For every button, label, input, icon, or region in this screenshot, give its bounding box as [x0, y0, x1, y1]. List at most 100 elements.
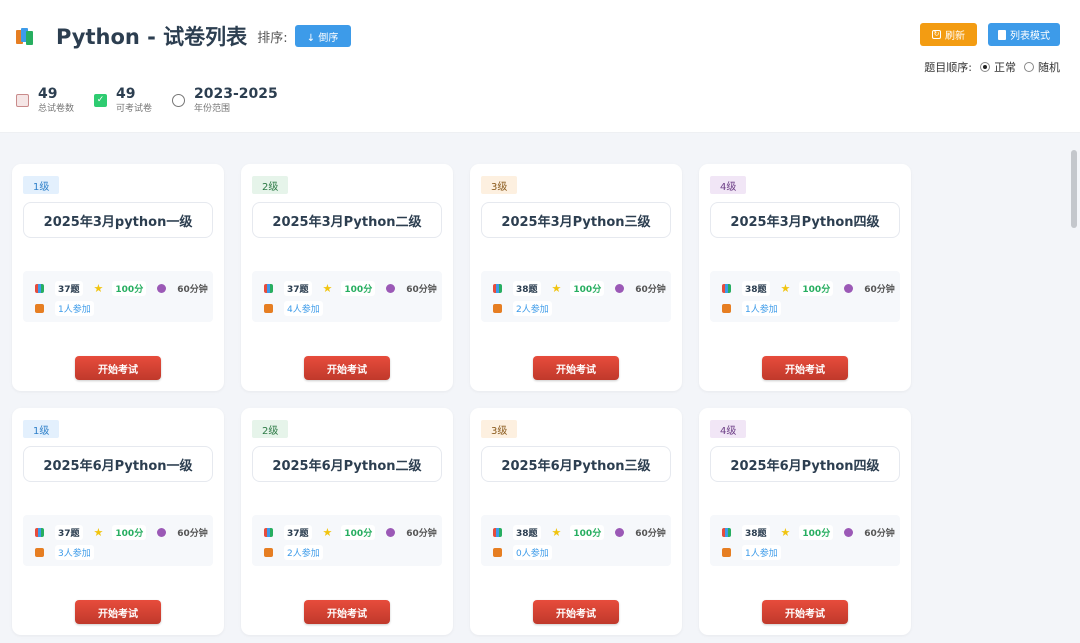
title-row: Python - 试卷列表 排序: ↓ 倒序 — [16, 22, 351, 50]
time-limit: 60分钟 — [635, 529, 666, 539]
level-badge: 2级 — [252, 420, 289, 438]
total-score: 100分 — [341, 525, 376, 540]
total-score: 100分 — [570, 525, 605, 540]
paper-title: 2025年3月Python三级 — [481, 202, 671, 238]
chart-icon — [722, 528, 731, 537]
paper-card: 1级 2025年3月python一级 37题 ★ 100分 60分钟 1人参加 … — [12, 164, 224, 391]
clipboard-icon — [998, 29, 1006, 40]
scrollbar[interactable] — [1068, 134, 1080, 643]
chart-icon — [264, 528, 273, 537]
stat-total-papers: 49 总试卷数 — [16, 86, 74, 115]
users-icon — [35, 548, 44, 557]
books-icon — [16, 27, 36, 45]
stat-label: 总试卷数 — [38, 104, 75, 114]
timer-icon — [157, 528, 167, 537]
star-icon: ★ — [551, 282, 562, 295]
scrollbar-thumb[interactable] — [1071, 150, 1077, 228]
participants-count: 2人参加 — [284, 545, 323, 560]
timer-icon — [844, 284, 854, 293]
users-icon — [493, 548, 502, 557]
stat-value: 49 — [38, 86, 58, 102]
question-count: 38题 — [513, 525, 541, 540]
start-exam-button[interactable]: 开始考试 — [533, 356, 619, 380]
paper-grid: 1级 2025年3月python一级 37题 ★ 100分 60分钟 1人参加 … — [0, 134, 1068, 643]
timer-icon — [386, 528, 396, 537]
star-icon: ★ — [93, 526, 104, 539]
timer-icon — [615, 528, 625, 537]
total-score: 100分 — [112, 281, 147, 296]
start-exam-button[interactable]: 开始考试 — [75, 356, 161, 380]
question-count: 38题 — [513, 281, 541, 296]
total-score: 100分 — [341, 281, 376, 296]
clock-icon — [172, 94, 186, 107]
question-count: 37题 — [55, 281, 83, 296]
stat-label: 年份范围 — [194, 104, 231, 114]
question-count: 38题 — [742, 281, 770, 296]
users-icon — [35, 304, 44, 313]
chart-icon — [35, 528, 44, 537]
stat-year-range: 2023-2025 年份范围 — [172, 86, 278, 115]
paper-card: 4级 2025年6月Python四级 38题 ★ 100分 60分钟 1人参加 … — [699, 408, 911, 635]
total-score: 100分 — [799, 525, 834, 540]
paper-meta: 37题 ★ 100分 60分钟 1人参加 — [23, 271, 213, 322]
level-badge: 1级 — [23, 420, 60, 438]
question-count: 37题 — [284, 525, 312, 540]
order-normal-label[interactable]: 正常 — [994, 59, 1016, 75]
stat-value: 2023-2025 — [194, 86, 278, 102]
question-order-control: 题目顺序: 正常 随机 — [924, 59, 1060, 75]
refresh-button[interactable]: ↻ 刷新 — [920, 23, 977, 46]
question-order-label: 题目顺序: — [924, 61, 972, 74]
list-mode-button[interactable]: 列表模式 — [988, 23, 1060, 46]
stat-label: 可考试卷 — [116, 104, 153, 114]
paper-meta: 38题 ★ 100分 60分钟 1人参加 — [710, 271, 900, 322]
stats-bar: 49 总试卷数 ✓ 49 可考试卷 2023-2025 年份范围 — [16, 86, 298, 115]
paper-meta: 38题 ★ 100分 60分钟 0人参加 — [481, 515, 671, 566]
timer-icon — [844, 528, 854, 537]
sort-desc-button[interactable]: ↓ 倒序 — [294, 25, 351, 47]
page-header: Python - 试卷列表 排序: ↓ 倒序 ↻ 刷新 列表模式 题目顺序: 正… — [0, 0, 1080, 133]
stat-available-papers: ✓ 49 可考试卷 — [94, 86, 152, 115]
time-limit: 60分钟 — [864, 285, 895, 295]
users-icon — [264, 304, 273, 313]
start-exam-button[interactable]: 开始考试 — [762, 600, 848, 624]
participants-count: 1人参加 — [742, 545, 781, 560]
order-random-radio[interactable] — [1024, 62, 1034, 72]
time-limit: 60分钟 — [406, 529, 437, 539]
chart-icon — [722, 284, 731, 293]
question-count: 37题 — [55, 525, 83, 540]
level-badge: 1级 — [23, 176, 60, 194]
star-icon: ★ — [322, 526, 333, 539]
users-icon — [493, 304, 502, 313]
participants-count: 1人参加 — [55, 301, 94, 316]
chart-icon — [264, 284, 273, 293]
paper-meta: 37题 ★ 100分 60分钟 3人参加 — [23, 515, 213, 566]
paper-meta: 37题 ★ 100分 60分钟 4人参加 — [252, 271, 442, 322]
paper-card: 1级 2025年6月Python一级 37题 ★ 100分 60分钟 3人参加 … — [12, 408, 224, 635]
paper-meta: 38题 ★ 100分 60分钟 1人参加 — [710, 515, 900, 566]
order-normal-radio[interactable] — [980, 62, 990, 72]
time-limit: 60分钟 — [177, 529, 208, 539]
paper-title: 2025年6月Python一级 — [23, 446, 213, 482]
paper-title: 2025年6月Python三级 — [481, 446, 671, 482]
start-exam-button[interactable]: 开始考试 — [762, 356, 848, 380]
start-exam-button[interactable]: 开始考试 — [304, 600, 390, 624]
clipboard-icon — [16, 94, 29, 107]
level-badge: 3级 — [481, 176, 518, 194]
participants-count: 2人参加 — [513, 301, 552, 316]
sort-label: 排序: — [257, 30, 288, 46]
level-badge: 2级 — [252, 176, 289, 194]
paper-title: 2025年3月Python四级 — [710, 202, 900, 238]
start-exam-button[interactable]: 开始考试 — [533, 600, 619, 624]
level-badge: 4级 — [710, 420, 747, 438]
participants-count: 3人参加 — [55, 545, 94, 560]
start-exam-button[interactable]: 开始考试 — [304, 356, 390, 380]
start-exam-button[interactable]: 开始考试 — [75, 600, 161, 624]
refresh-button-label: 刷新 — [945, 31, 965, 42]
level-badge: 4级 — [710, 176, 747, 194]
timer-icon — [157, 284, 167, 293]
users-icon — [264, 548, 273, 557]
list-mode-button-label: 列表模式 — [1010, 31, 1050, 42]
chart-icon — [493, 528, 502, 537]
star-icon: ★ — [322, 282, 333, 295]
order-random-label[interactable]: 随机 — [1038, 59, 1060, 75]
